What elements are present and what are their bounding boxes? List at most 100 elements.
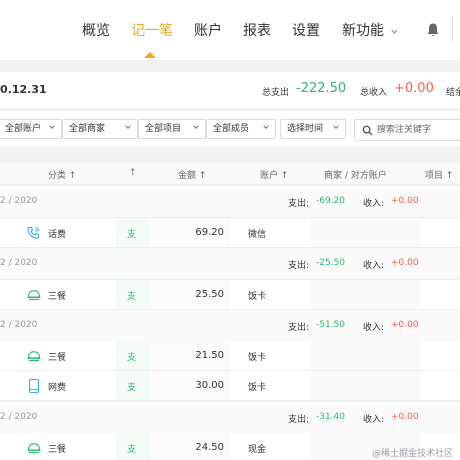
- project-filter[interactable]: 全部项目: [138, 119, 206, 139]
- row-account: 饭卡: [248, 292, 267, 302]
- col-type-sort[interactable]: ↑: [129, 168, 137, 178]
- summary-bar: 0.12.31 总支出 -222.50 总收入 +0.00 结余: [0, 72, 460, 108]
- row-amount: 21.50: [195, 350, 224, 361]
- total-income-label: 总收入: [360, 88, 388, 98]
- col-project[interactable]: 项目 ↑: [425, 168, 453, 181]
- top-navigation: 概览 记一笔 账户 报表 设置 新功能: [0, 0, 460, 60]
- group-income-label: 收入:: [363, 323, 385, 333]
- time-filter[interactable]: 选择时间: [280, 119, 346, 139]
- group-expense-value: -69.20: [316, 196, 346, 206]
- bell-icon[interactable]: [426, 22, 440, 38]
- row-category: 三餐: [48, 445, 67, 455]
- row-type: 支: [127, 353, 137, 363]
- time-filter-label: 选择时间: [287, 124, 324, 134]
- group-expense-value: -25.50: [316, 258, 346, 268]
- nav-accounts[interactable]: 账户: [194, 20, 222, 40]
- row-category: 三餐: [48, 353, 67, 363]
- date-group-header: 2 / 2020 支出: -69.20 收入: +0.00: [0, 186, 460, 218]
- project-filter-label: 全部项目: [145, 124, 182, 134]
- row-type: 支: [127, 230, 137, 240]
- phone-icon: [27, 226, 40, 239]
- row-amount: 69.20: [195, 227, 224, 238]
- nav-reports[interactable]: 报表: [243, 20, 271, 40]
- group-expense-label: 支出:: [288, 415, 310, 425]
- meal-icon: [27, 443, 41, 454]
- total-expense-value: -222.50: [296, 81, 347, 96]
- summary-date: 0.12.31: [0, 83, 47, 96]
- group-expense-label: 支出:: [288, 261, 310, 271]
- group-income-value: +0.00: [391, 412, 419, 422]
- merchant-cell: [310, 280, 420, 309]
- group-date: 2 / 2020: [0, 196, 38, 206]
- watermark: @稀土掘金技术社区: [372, 449, 454, 459]
- date-group-header: 2 / 2020 支出: -25.50 收入: +0.00: [0, 248, 460, 280]
- chevron-down-icon: [193, 125, 199, 129]
- chevron-down-icon: [49, 125, 55, 129]
- merchant-filter-label: 全部商家: [69, 124, 106, 134]
- group-income-value: +0.00: [391, 320, 419, 330]
- member-filter-label: 全部成员: [213, 124, 250, 134]
- col-amount[interactable]: 金额 ↑: [178, 168, 206, 181]
- nav-record[interactable]: 记一笔: [131, 20, 173, 40]
- chevron-down-icon: [263, 125, 269, 129]
- nav-divider: [452, 16, 453, 42]
- row-account: 微信: [248, 230, 267, 240]
- merchant-cell: [310, 218, 420, 247]
- group-date: 2 / 2020: [0, 412, 38, 422]
- row-category: 网费: [48, 383, 67, 393]
- col-account[interactable]: 账户 ↑: [260, 168, 288, 181]
- row-category: 三餐: [48, 292, 67, 302]
- col-category[interactable]: 分类 ↑: [48, 168, 76, 181]
- meal-icon: [27, 290, 41, 301]
- device-icon: [28, 378, 40, 394]
- meal-icon: [27, 351, 41, 362]
- nav-overview[interactable]: 概览: [82, 20, 110, 40]
- group-income-label: 收入:: [363, 199, 385, 209]
- total-income-value: +0.00: [394, 81, 434, 96]
- merchant-filter[interactable]: 全部商家: [62, 119, 138, 139]
- row-amount: 30.00: [195, 380, 224, 391]
- group-income-value: +0.00: [391, 196, 419, 206]
- nav-settings[interactable]: 设置: [292, 20, 320, 40]
- group-expense-label: 支出:: [288, 199, 310, 209]
- balance-label: 结余: [446, 88, 460, 98]
- row-amount: 24.50: [195, 442, 224, 453]
- row-category: 话费: [48, 230, 67, 240]
- row-account: 现金: [248, 445, 267, 455]
- search-box: [354, 119, 460, 141]
- table-row[interactable]: 三餐 支 25.50 饭卡: [0, 280, 460, 310]
- row-account: 饭卡: [248, 353, 267, 363]
- date-group-header: 2 / 2020 支出: -51.50 收入: +0.00: [0, 310, 460, 342]
- merchant-cell: [310, 341, 420, 370]
- group-date: 2 / 2020: [0, 320, 38, 330]
- table-header: 分类 ↑ ↑ 金额 ↑ 账户 ↑ 商家 / 对方账户 项目 ↑: [0, 163, 460, 185]
- member-filter[interactable]: 全部成员: [206, 119, 276, 139]
- row-account: 饭卡: [248, 383, 267, 393]
- table-row[interactable]: 网费 支 30.00 饭卡: [0, 371, 460, 401]
- table-row[interactable]: 三餐 支 21.50 饭卡: [0, 341, 460, 371]
- account-filter-label: 全部账户: [5, 124, 42, 134]
- chevron-down-icon: [391, 29, 399, 34]
- row-type: 支: [127, 383, 137, 393]
- account-filter[interactable]: 全部账户: [0, 119, 62, 139]
- group-income-value: +0.00: [391, 258, 419, 268]
- nav-new-features-label: 新功能: [342, 23, 384, 39]
- group-expense-label: 支出:: [288, 323, 310, 333]
- chevron-down-icon: [125, 125, 131, 129]
- group-expense-value: -51.50: [316, 320, 346, 330]
- group-expense-value: -31.40: [316, 412, 346, 422]
- search-input[interactable]: [377, 122, 460, 138]
- row-amount: 25.50: [195, 289, 224, 300]
- row-type: 支: [127, 445, 137, 455]
- filter-bar: 全部账户 全部商家 全部项目 全部成员 选择时间: [0, 110, 460, 146]
- chevron-down-icon: [333, 125, 339, 129]
- nav-new-features[interactable]: 新功能: [342, 20, 399, 40]
- search-icon: [362, 125, 373, 136]
- date-group-header: 2 / 2020 支出: -31.40 收入: +0.00: [0, 402, 460, 434]
- merchant-cell: [310, 371, 420, 400]
- row-type: 支: [127, 292, 137, 302]
- active-tab-indicator: [144, 52, 156, 58]
- col-merchant[interactable]: 商家 / 对方账户: [324, 168, 387, 181]
- group-income-label: 收入:: [363, 261, 385, 271]
- table-row[interactable]: 话费 支 69.20 微信: [0, 218, 460, 248]
